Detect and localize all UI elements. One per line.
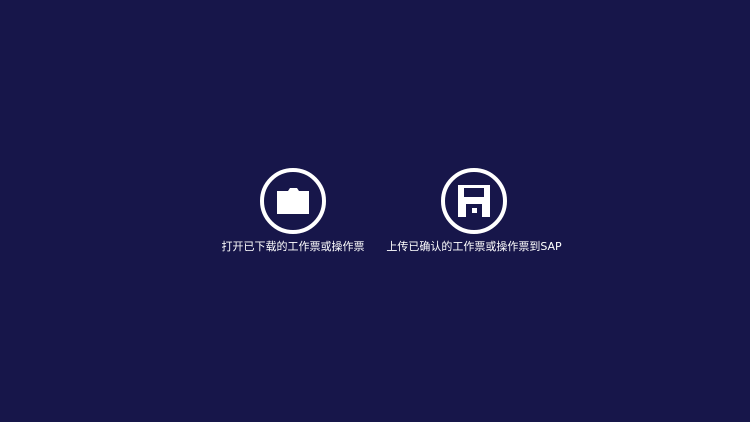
start-screen: { "background_color": "#17164a", "foregr… <box>0 0 750 422</box>
open-downloaded-tickets-label: 打开已下载的工作票或操作票 <box>221 240 365 253</box>
upload-confirmed-tickets-label: 上传已确认的工作票或操作票到SAP <box>386 240 562 253</box>
upload-confirmed-tickets-button[interactable]: 上传已确认的工作票或操作票到SAP <box>376 168 572 254</box>
open-downloaded-tickets-button[interactable]: 打开已下载的工作票或操作票 <box>200 168 386 254</box>
folder-icon <box>260 168 326 234</box>
floppy-disk-save-icon <box>441 168 507 234</box>
floppy-disk-glyph <box>458 185 490 217</box>
folder-glyph <box>277 188 309 214</box>
